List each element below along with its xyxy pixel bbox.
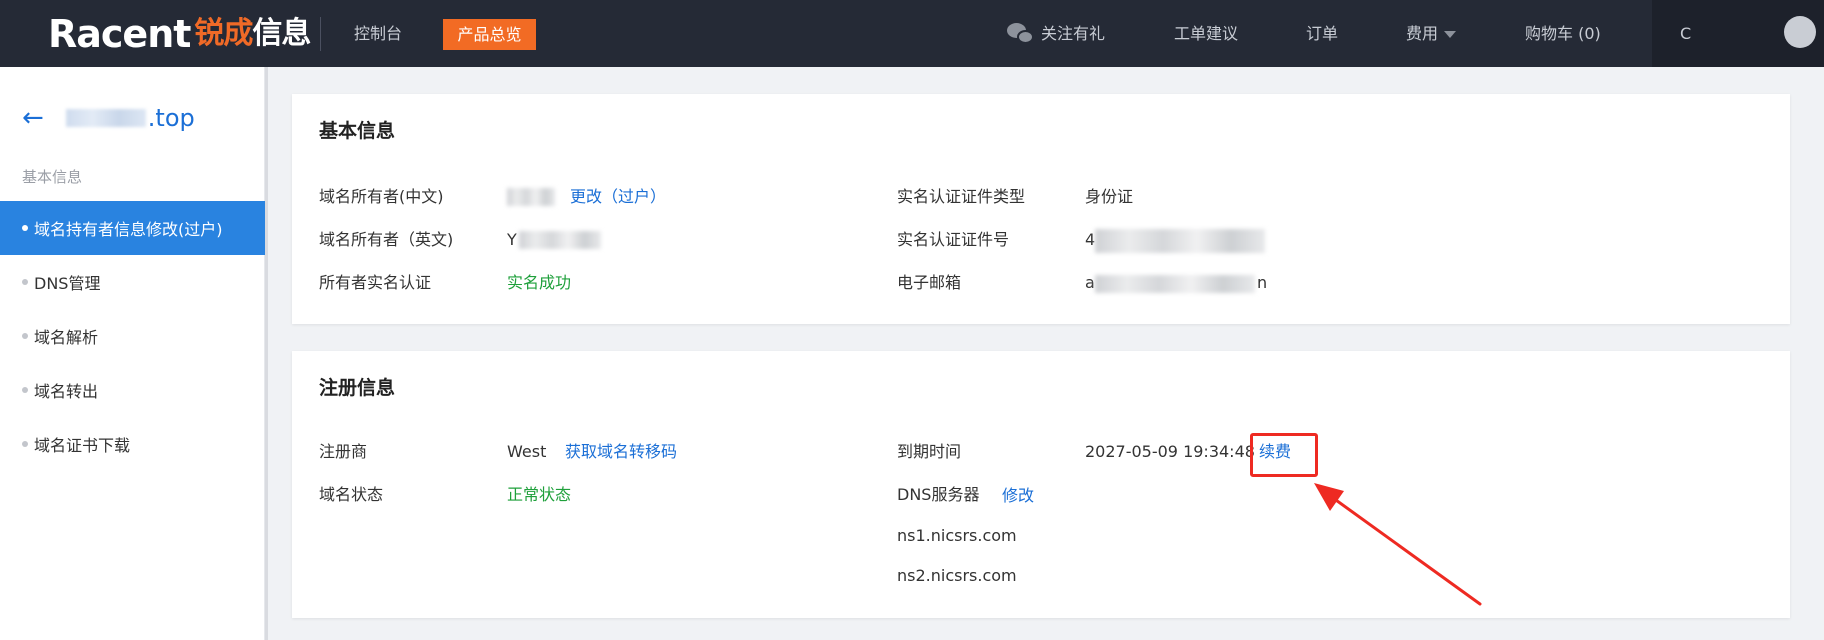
sidebar-item-label: 域名证书下载	[34, 436, 131, 455]
owner-change-link[interactable]: 更改（过户）	[570, 186, 666, 208]
sidebar: ← .top 基本信息 域名持有者信息修改(过户) DNS管理 域名解析 域名转…	[0, 67, 265, 640]
email-initial: a	[1085, 273, 1095, 292]
owner-cn-label: 域名所有者(中文)	[319, 187, 444, 206]
basic-info-title: 基本信息	[319, 120, 396, 142]
nav-cart-link[interactable]: 购物车 (0)	[1525, 23, 1601, 45]
nav-wechat-label: 关注有礼	[1041, 24, 1106, 43]
logo-text-en: Racent	[48, 12, 191, 56]
sidebar-item-dns[interactable]: DNS管理	[0, 255, 265, 309]
get-transfer-code-link[interactable]: 获取域名转移码	[565, 441, 677, 463]
domain-tld: .top	[147, 104, 195, 132]
owner-en-label: 域名所有者（英文)	[319, 230, 454, 249]
cert-type-value: 身份证	[1085, 187, 1134, 206]
sidebar-item-resolve[interactable]: 域名解析	[0, 309, 265, 363]
cert-no-label: 实名认证证件号	[897, 230, 1010, 249]
top-navbar: Racent 锐成信息 控制台 产品总览 关注有礼 工单建议 订单 费用 购物车…	[0, 0, 1824, 67]
sidebar-scrollbar[interactable]	[265, 67, 268, 640]
sidebar-item-label: 域名解析	[34, 328, 99, 347]
cert-type-label: 实名认证证件类型	[897, 187, 1026, 206]
status-value: 正常状态	[507, 485, 572, 504]
nav-products-button[interactable]: 产品总览	[443, 19, 536, 50]
registration-info-title: 注册信息	[319, 377, 396, 399]
basic-info-card: 基本信息 域名所有者(中文) 更改（过户） 域名所有者（英文) Y 所有者实名认…	[292, 94, 1790, 324]
dns-server-1: ns1.nicsrs.com	[897, 526, 1017, 545]
nav-wechat-link[interactable]: 关注有礼	[1007, 23, 1105, 45]
status-label: 域名状态	[319, 485, 384, 504]
redacted-owner-en	[519, 231, 601, 249]
nav-order-link[interactable]: 订单	[1306, 23, 1338, 45]
sidebar-item-label: 域名持有者信息修改(过户)	[34, 220, 223, 239]
back-to-domain[interactable]: ← .top	[22, 103, 195, 133]
sidebar-item-certificate[interactable]: 域名证书下载	[0, 417, 265, 471]
sidebar-section-label: 基本信息	[22, 168, 83, 186]
username: C	[1680, 23, 1780, 45]
expiry-value: 2027-05-09 19:34:48	[1085, 442, 1255, 461]
wechat-icon	[1007, 23, 1035, 45]
bullet-icon	[22, 387, 28, 393]
email-label: 电子邮箱	[897, 273, 962, 292]
nav-fee-label: 费用	[1406, 24, 1439, 43]
dns-server-label: DNS服务器	[897, 485, 980, 504]
redacted-owner-cn	[507, 188, 555, 206]
dns-server-2: ns2.nicsrs.com	[897, 566, 1017, 585]
header-divider	[320, 17, 321, 51]
expiry-label: 到期时间	[897, 442, 962, 461]
redacted-cert-no	[1095, 229, 1265, 253]
owner-en-initial: Y	[507, 230, 517, 249]
registrar-label: 注册商	[319, 442, 368, 461]
racent-logo[interactable]: Racent 锐成信息	[48, 12, 311, 56]
arrow-left-icon[interactable]: ←	[22, 103, 44, 133]
realname-status: 实名成功	[507, 273, 572, 292]
registration-info-card: 注册信息 注册商 West 获取域名转移码 域名状态 正常状态 到期时间 202…	[292, 351, 1790, 618]
registrar-value: West	[507, 442, 547, 461]
redacted-email	[1095, 275, 1255, 293]
nav-ticket-link[interactable]: 工单建议	[1174, 23, 1238, 45]
user-menu[interactable]: C	[1652, 0, 1824, 67]
logo-text-cn: 锐成信息	[194, 16, 311, 51]
redacted-domain-name	[65, 109, 146, 127]
sidebar-item-owner-change[interactable]: 域名持有者信息修改(过户)	[0, 201, 265, 255]
annotation-arrow-icon	[1314, 483, 1482, 606]
realname-label: 所有者实名认证	[319, 273, 432, 292]
avatar[interactable]	[1784, 16, 1816, 48]
nav-console-link[interactable]: 控制台	[354, 23, 402, 45]
nav-fee-dropdown[interactable]: 费用	[1406, 23, 1457, 45]
bullet-icon	[22, 441, 28, 447]
email-tail: n	[1257, 273, 1268, 292]
sidebar-item-label: DNS管理	[34, 274, 101, 293]
bullet-icon	[22, 225, 28, 231]
cert-no-initial: 4	[1085, 230, 1096, 249]
sidebar-item-transfer-out[interactable]: 域名转出	[0, 363, 265, 417]
caret-down-icon	[1444, 30, 1457, 38]
bullet-icon	[22, 333, 28, 339]
dns-modify-link[interactable]: 修改	[1002, 485, 1034, 507]
sidebar-item-label: 域名转出	[34, 382, 99, 401]
renew-highlight-box	[1250, 433, 1318, 477]
bullet-icon	[22, 279, 28, 285]
